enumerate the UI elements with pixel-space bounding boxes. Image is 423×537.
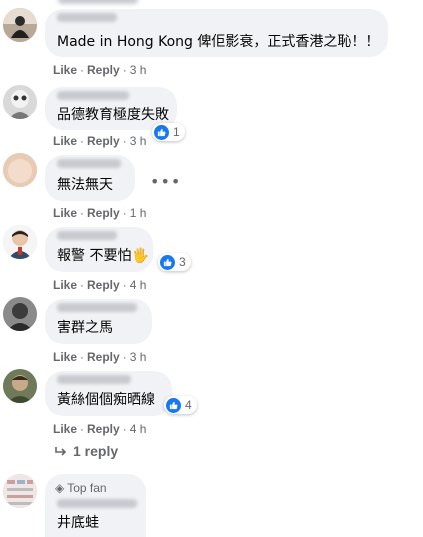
replies-count-label: 1 reply [73, 443, 119, 459]
avatar-face-icon [3, 85, 37, 119]
comment-bubble: 害群之馬 [45, 299, 152, 344]
reaction-number: 3 [179, 255, 186, 269]
reply-button[interactable]: Reply [87, 278, 120, 292]
avatar[interactable] [3, 225, 37, 259]
comment-bubble: 報警 不要怕🖐 [45, 227, 153, 272]
comment-text: 害群之馬 [57, 320, 113, 336]
timestamp[interactable]: 3 h [130, 63, 147, 77]
avatar-photo-icon [3, 297, 37, 331]
avatar-pattern-icon [3, 474, 37, 508]
timestamp[interactable]: 3 h [130, 350, 147, 364]
like-button[interactable]: Like [53, 63, 77, 77]
avatar[interactable] [3, 369, 37, 403]
timestamp[interactable]: 1 h [130, 206, 147, 220]
comment-actions: Like · Reply · 1 h [53, 206, 147, 220]
like-button[interactable]: Like [53, 350, 77, 364]
reaction-count[interactable]: 1 [152, 123, 185, 141]
comment-text: 無法無天 [57, 177, 113, 193]
comment-actions: Like · Reply · 3 h [53, 63, 147, 77]
reaction-number: 4 [185, 398, 192, 412]
reply-button[interactable]: Reply [87, 134, 120, 148]
like-button[interactable]: Like [53, 278, 77, 292]
like-thumb-icon [154, 124, 169, 140]
like-button[interactable]: Like [53, 134, 77, 148]
avatar-face-icon [3, 153, 37, 187]
comment-actions: Like · Reply · 3 h [53, 134, 147, 148]
top-fan-badge: ◈ Top fan [55, 481, 107, 495]
author-name-redacted [57, 303, 137, 312]
badge-label: Top fan [67, 481, 107, 495]
author-name-redacted [57, 375, 131, 384]
avatar[interactable] [3, 297, 37, 331]
avatar[interactable] [3, 153, 37, 187]
like-thumb-icon [160, 254, 175, 270]
like-button[interactable]: Like [53, 422, 77, 436]
avatar-face-icon [3, 225, 37, 259]
timestamp[interactable]: 4 h [130, 278, 147, 292]
comment-bubble: 無法無天 [45, 155, 135, 201]
reply-button[interactable]: Reply [87, 350, 120, 364]
avatar-face-icon [3, 369, 37, 403]
comment-text: 井底蛙 [57, 515, 99, 531]
comment-text: Made in Hong Kong 俾佢影衰，正式香港之恥！！ [57, 34, 380, 50]
comment-actions: Like · Reply · 4 h [53, 278, 147, 292]
avatar-silhouette-icon [3, 8, 37, 42]
more-dots-icon[interactable]: ••• [150, 172, 181, 191]
author-name-redacted [57, 499, 137, 508]
reply-button[interactable]: Reply [87, 206, 120, 220]
reply-button[interactable]: Reply [87, 63, 120, 77]
author-name-redacted [57, 159, 121, 168]
reaction-count[interactable]: 3 [158, 253, 191, 271]
avatar[interactable] [3, 8, 37, 42]
comment-text: 品德教育極度失敗 [57, 107, 169, 123]
diamond-icon: ◈ [55, 481, 65, 495]
avatar[interactable] [3, 85, 37, 119]
reaction-count[interactable]: 4 [164, 396, 197, 414]
timestamp[interactable]: 3 h [130, 134, 147, 148]
reply-button[interactable]: Reply [87, 422, 120, 436]
comment-bubble: Made in Hong Kong 俾佢影衰，正式香港之恥！！ [45, 9, 388, 57]
avatar[interactable] [3, 474, 37, 508]
author-name-redacted [57, 13, 117, 22]
comment-text: 黃絲個個痴晒線 [57, 392, 155, 408]
reaction-number: 1 [173, 125, 180, 139]
comment-bubble: 黃絲個個痴晒線 [45, 371, 172, 416]
cropped-previous-actions [58, 0, 138, 4]
view-replies-link[interactable]: 1 reply [55, 443, 118, 459]
author-name-redacted [57, 231, 117, 240]
comment-actions: Like · Reply · 4 h [53, 422, 147, 436]
like-button[interactable]: Like [53, 206, 77, 220]
like-thumb-icon [166, 397, 181, 413]
reply-arrow-icon [55, 443, 67, 459]
comment-actions: Like · Reply · 3 h [53, 350, 147, 364]
author-name-redacted [57, 91, 129, 100]
timestamp[interactable]: 4 h [130, 422, 147, 436]
comment-text: 報警 不要怕🖐 [57, 248, 149, 264]
